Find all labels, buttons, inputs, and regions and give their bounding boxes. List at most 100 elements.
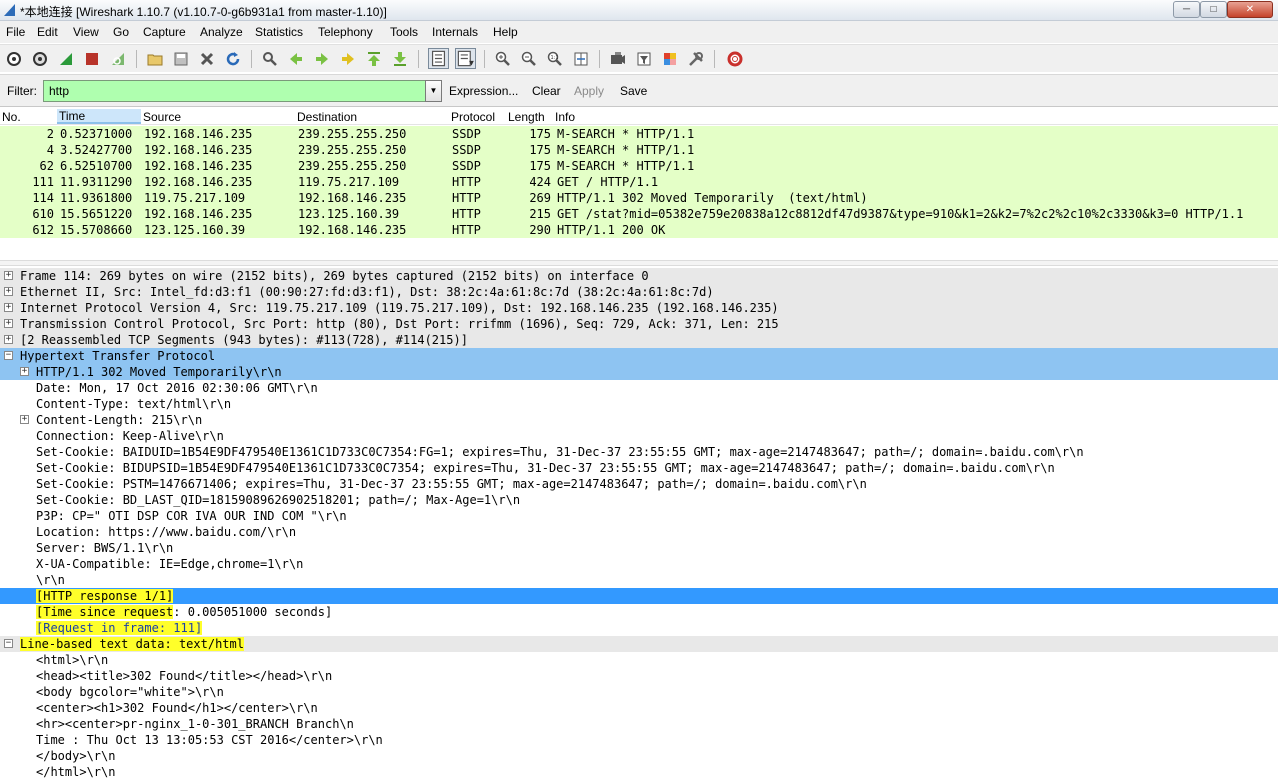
menu-help[interactable]: Help [493,25,518,39]
zoom-in-icon[interactable] [495,51,511,67]
zoom-normal-icon[interactable]: 1:1 [547,51,563,67]
detail-tree-row[interactable]: + Content-Length: 215\r\n [0,412,1278,428]
menu-edit[interactable]: Edit [37,25,58,39]
find-packet-icon[interactable] [262,51,278,67]
detail-tree-row[interactable]: <html>\r\n [0,652,1278,668]
menu-view[interactable]: View [73,25,99,39]
detail-tree-row[interactable]: Server: BWS/1.1\r\n [0,540,1278,556]
detail-tree-row[interactable]: [HTTP response 1/1] [0,588,1278,604]
autoscroll-icon[interactable] [455,48,476,69]
packet-row[interactable]: 610 15.5651220 192.168.146.235 123.125.160.… [0,206,1278,222]
packet-details-tree[interactable]: + Frame 114: 269 bytes on wire (2152 bits… [0,266,1278,782]
menu-tools[interactable]: Tools [390,25,418,39]
close-button[interactable]: ✕ [1227,1,1273,18]
stop-capture-icon[interactable] [84,51,100,67]
packet-row[interactable]: 114 11.9361800 119.75.217.109 192.168.146.2… [0,190,1278,206]
open-file-icon[interactable] [147,51,163,67]
colorize-icon[interactable] [428,48,449,69]
coloring-rules-icon[interactable] [662,51,678,67]
go-last-icon[interactable] [392,51,408,67]
go-back-icon[interactable] [288,51,304,67]
filter-dropdown-button[interactable]: ▼ [425,80,442,102]
save-file-icon[interactable] [173,51,189,67]
detail-tree-row[interactable]: + Internet Protocol Version 4, Src: 119.7… [0,300,1278,316]
column-header-no[interactable]: No. [2,110,21,124]
detail-tree-row[interactable]: Date: Mon, 17 Oct 2016 02:30:06 GMT\r\n [0,380,1278,396]
resize-columns-icon[interactable] [573,51,589,67]
detail-tree-row[interactable]: <hr><center>pr-nginx_1-0-301_BRANCH Bran… [0,716,1278,732]
start-capture-icon[interactable] [58,51,74,67]
detail-tree-row[interactable]: \r\n [0,572,1278,588]
apply-button[interactable]: Apply [574,84,604,98]
detail-tree-row[interactable]: <head><title>302 Found</title></head>\r\… [0,668,1278,684]
detail-tree-row[interactable]: + Ethernet II, Src: Intel_fd:d3:f1 (00:90… [0,284,1278,300]
display-filters-icon[interactable] [636,51,652,67]
detail-tree-row[interactable]: </html>\r\n [0,764,1278,780]
detail-tree-row[interactable]: </body>\r\n [0,748,1278,764]
expand-toggle-icon[interactable]: + [20,415,29,424]
expand-toggle-icon[interactable]: + [4,335,13,344]
close-file-icon[interactable] [199,51,215,67]
detail-tree-row[interactable]: Set-Cookie: BAIDUID=1B54E9DF479540E1361C… [0,444,1278,460]
packet-row[interactable]: 612 15.5708660 123.125.160.39 192.168.146.2… [0,222,1278,238]
detail-tree-label[interactable]: [Request in frame: 111] [36,621,203,635]
detail-tree-row[interactable]: Content-Type: text/html\r\n [0,396,1278,412]
packet-list[interactable]: No. Time Source Destination Protocol Len… [0,108,1278,260]
detail-tree-row[interactable]: Set-Cookie: BIDUPSID=1B54E9DF479540E1361… [0,460,1278,476]
detail-tree-row[interactable]: Set-Cookie: PSTM=1476671406; expires=Thu… [0,476,1278,492]
maximize-button[interactable]: □ [1200,1,1227,18]
menu-go[interactable]: Go [113,25,129,39]
interface-list-icon[interactable] [6,51,22,67]
minimize-button[interactable]: ─ [1173,1,1200,18]
expand-toggle-icon[interactable]: + [4,303,13,312]
detail-tree-row[interactable]: + Transmission Control Protocol, Src Port… [0,316,1278,332]
column-header-protocol[interactable]: Protocol [451,110,495,124]
detail-tree-row[interactable]: Set-Cookie: BD_LAST_QID=1815908962690251… [0,492,1278,508]
expand-toggle-icon[interactable]: + [20,367,29,376]
help-icon[interactable] [727,51,743,67]
detail-tree-row[interactable]: + Frame 114: 269 bytes on wire (2152 bits… [0,268,1278,284]
detail-tree-row[interactable]: − Line-based text data: text/html [0,636,1278,652]
detail-tree-row[interactable]: + HTTP/1.1 302 Moved Temporarily\r\n [0,364,1278,380]
reload-icon[interactable] [225,51,241,67]
clear-button[interactable]: Clear [532,84,561,98]
restart-capture-icon[interactable] [110,51,126,67]
preferences-icon[interactable] [688,51,704,67]
packet-row[interactable]: 111 11.9311290 192.168.146.235 119.75.217.1… [0,174,1278,190]
zoom-out-icon[interactable] [521,51,537,67]
menu-statistics[interactable]: Statistics [255,25,303,39]
menu-telephony[interactable]: Telephony [318,25,373,39]
packet-row[interactable]: 4 3.52427700 192.168.146.235 239.255.255.25… [0,142,1278,158]
expand-toggle-icon[interactable]: + [4,319,13,328]
go-to-packet-icon[interactable] [340,51,356,67]
packet-row[interactable]: 2 0.52371000 192.168.146.235 239.255.255.25… [0,126,1278,142]
column-header-destination[interactable]: Destination [297,110,357,124]
menu-analyze[interactable]: Analyze [200,25,243,39]
detail-tree-row[interactable]: [Request in frame: 111] [0,620,1278,636]
detail-tree-row[interactable]: <center><h1>302 Found</h1></center>\r\n [0,700,1278,716]
capture-options-icon[interactable] [32,51,48,67]
collapse-toggle-icon[interactable]: − [4,351,13,360]
go-first-icon[interactable] [366,51,382,67]
filter-input[interactable]: http [43,80,426,102]
column-header-time[interactable]: Time [57,109,141,124]
column-header-source[interactable]: Source [143,110,181,124]
collapse-toggle-icon[interactable]: − [4,639,13,648]
save-filter-button[interactable]: Save [620,84,647,98]
window-titlebar[interactable]: *本地连接 [Wireshark 1.10.7 (v1.10.7-0-g6b93… [0,0,1278,21]
column-header-info[interactable]: Info [555,110,575,124]
detail-tree-row[interactable]: Connection: Keep-Alive\r\n [0,428,1278,444]
go-forward-icon[interactable] [314,51,330,67]
column-header-length[interactable]: Length [508,110,545,124]
packet-row[interactable]: 62 6.52510700 192.168.146.235 239.255.255.2… [0,158,1278,174]
expand-toggle-icon[interactable]: + [4,287,13,296]
detail-tree-row[interactable]: − Hypertext Transfer Protocol [0,348,1278,364]
expand-toggle-icon[interactable]: + [4,271,13,280]
detail-tree-row[interactable]: + [2 Reassembled TCP Segments (943 bytes)… [0,332,1278,348]
detail-tree-row[interactable]: X-UA-Compatible: IE=Edge,chrome=1\r\n [0,556,1278,572]
detail-tree-row[interactable]: Location: https://www.baidu.com/\r\n [0,524,1278,540]
detail-tree-row[interactable]: Time : Thu Oct 13 13:05:53 CST 2016</cen… [0,732,1278,748]
menu-internals[interactable]: Internals [432,25,478,39]
detail-tree-row[interactable]: P3P: CP=" OTI DSP COR IVA OUR IND COM "\… [0,508,1278,524]
menu-capture[interactable]: Capture [143,25,186,39]
